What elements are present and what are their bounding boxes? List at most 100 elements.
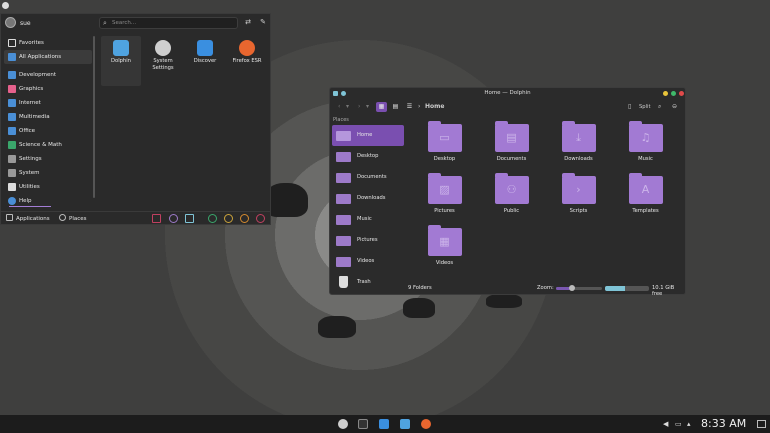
place-music[interactable]: Music: [332, 209, 404, 230]
sleep-icon[interactable]: [208, 214, 217, 223]
category-all-applications[interactable]: All Applications: [4, 50, 92, 64]
category-utilities[interactable]: Utilities: [4, 180, 92, 194]
folder-music[interactable]: ♫ Music: [623, 121, 668, 162]
compact-view-icon[interactable]: ▤: [390, 102, 401, 112]
restart-icon[interactable]: [240, 214, 249, 223]
dolphin-window: Home — Dolphin ‹ ▾ › ▾ ▦ ▤ ☰ › Home ▯ Sp…: [329, 87, 686, 297]
folder-label: Pictures: [434, 208, 455, 214]
utilities-icon: [8, 183, 16, 191]
pin-icon[interactable]: ✎: [258, 18, 268, 28]
task-terminal-icon[interactable]: [358, 419, 368, 429]
accessibility-icon[interactable]: [152, 214, 161, 223]
app-system-settings[interactable]: System Settings: [143, 36, 183, 86]
icons-view-icon[interactable]: ▦: [376, 102, 387, 112]
menu-icon[interactable]: ⊖: [672, 102, 677, 112]
place-videos[interactable]: Videos: [332, 251, 404, 272]
applications-tab[interactable]: Applications: [6, 214, 50, 224]
configure-icon[interactable]: ⇄: [243, 18, 253, 28]
launcher-footer: Applications Places: [1, 211, 270, 226]
folder-templates[interactable]: A Templates: [623, 173, 668, 214]
zoom-slider[interactable]: [556, 285, 602, 291]
forward-menu-icon[interactable]: ▾: [366, 102, 369, 112]
place-label: Home: [357, 132, 373, 138]
category-graphics[interactable]: Graphics: [4, 82, 92, 96]
place-documents[interactable]: Documents: [332, 167, 404, 188]
place-pictures[interactable]: Pictures: [332, 230, 404, 251]
minimize-button[interactable]: [663, 91, 668, 96]
category-office[interactable]: Office: [4, 124, 92, 138]
user-swap-icon[interactable]: [185, 214, 194, 223]
window-titlebar[interactable]: Home — Dolphin: [330, 88, 685, 99]
volume-icon[interactable]: ◀: [663, 420, 668, 428]
category-multimedia[interactable]: Multimedia: [4, 110, 92, 124]
network-icon[interactable]: ▭: [675, 420, 682, 428]
desktop-folder-icon: ▭: [427, 121, 462, 152]
firefox-icon: [239, 40, 255, 56]
avatar[interactable]: [5, 17, 16, 28]
search-icon[interactable]: ⌕: [658, 102, 661, 112]
place-downloads[interactable]: Downloads: [332, 188, 404, 209]
search-field[interactable]: ⌕ Search...: [99, 17, 238, 29]
free-space-fill: [605, 286, 625, 291]
desktop-menu-icon[interactable]: [0, 0, 12, 12]
category-settings[interactable]: Settings: [4, 152, 92, 166]
task-firefox-icon[interactable]: [421, 419, 431, 429]
folder-label: Videos: [435, 260, 454, 266]
split-icon[interactable]: ▯: [628, 102, 631, 112]
app-label: Discover: [193, 58, 217, 64]
category-scrollbar[interactable]: [93, 36, 95, 198]
place-home[interactable]: Home: [332, 125, 404, 146]
folder-documents[interactable]: ▤ Documents: [489, 121, 534, 162]
category-system[interactable]: System: [4, 166, 92, 180]
folder-label: Desktop: [433, 156, 456, 162]
zoom-slider-handle[interactable]: [569, 285, 576, 291]
switch-user-icon[interactable]: [169, 214, 178, 223]
tray-expand-icon[interactable]: ▴: [687, 420, 691, 428]
internet-icon: [8, 99, 16, 107]
places-tab[interactable]: Places: [59, 214, 87, 224]
task-discover-icon[interactable]: [379, 419, 389, 429]
category-help[interactable]: Help: [4, 194, 92, 208]
folder-glyph: A: [641, 183, 650, 196]
development-icon: [8, 71, 16, 79]
category-science-math[interactable]: Science & Math: [4, 138, 92, 152]
shutdown-icon[interactable]: [256, 214, 265, 223]
folder-glyph: ▨: [439, 183, 450, 196]
task-system-settings-icon[interactable]: [338, 419, 348, 429]
back-icon[interactable]: ‹: [338, 102, 340, 112]
close-button[interactable]: [679, 91, 684, 96]
hibernate-icon[interactable]: [224, 214, 233, 223]
folder-videos[interactable]: ▦ Videos: [422, 225, 467, 266]
show-desktop-icon[interactable]: [757, 420, 766, 428]
folder-pictures[interactable]: ▨ Pictures: [422, 173, 467, 214]
breadcrumb-home[interactable]: Home: [425, 102, 444, 112]
folder-downloads[interactable]: ⤓ Downloads: [556, 121, 601, 162]
folder-public[interactable]: ⚇ Public: [489, 173, 534, 214]
forward-icon[interactable]: ›: [358, 102, 360, 112]
clock[interactable]: 8:33 AM: [701, 417, 746, 430]
window-title: Home — Dolphin: [484, 90, 531, 96]
compass-icon: [59, 214, 66, 221]
maximize-button[interactable]: [671, 91, 676, 96]
multimedia-icon: [8, 113, 16, 121]
folder-scripts[interactable]: › Scripts: [556, 173, 601, 214]
search-placeholder: Search...: [112, 20, 137, 26]
search-icon: ⌕: [103, 19, 107, 27]
app-discover[interactable]: Discover: [185, 36, 225, 86]
app-dolphin[interactable]: Dolphin: [101, 36, 141, 86]
category-development[interactable]: Development: [4, 68, 92, 82]
app-firefox-esr[interactable]: Firefox ESR: [227, 36, 267, 86]
scripts-folder-icon: ›: [561, 173, 596, 204]
details-view-icon[interactable]: ☰: [404, 102, 415, 112]
category-internet[interactable]: Internet: [4, 96, 92, 110]
place-desktop[interactable]: Desktop: [332, 146, 404, 167]
back-menu-icon[interactable]: ▾: [346, 102, 349, 112]
folder-desktop[interactable]: ▭ Desktop: [422, 121, 467, 162]
category-favorites[interactable]: Favorites: [4, 36, 92, 50]
task-dolphin-icon[interactable]: [400, 419, 410, 429]
folder-glyph: ♫: [640, 131, 651, 144]
split-button[interactable]: Split: [639, 102, 651, 112]
taskbar: ◀ ▭ ▴ 8:33 AM: [0, 415, 770, 433]
folder-label: Downloads: [564, 156, 593, 162]
category-label: Office: [19, 128, 36, 134]
